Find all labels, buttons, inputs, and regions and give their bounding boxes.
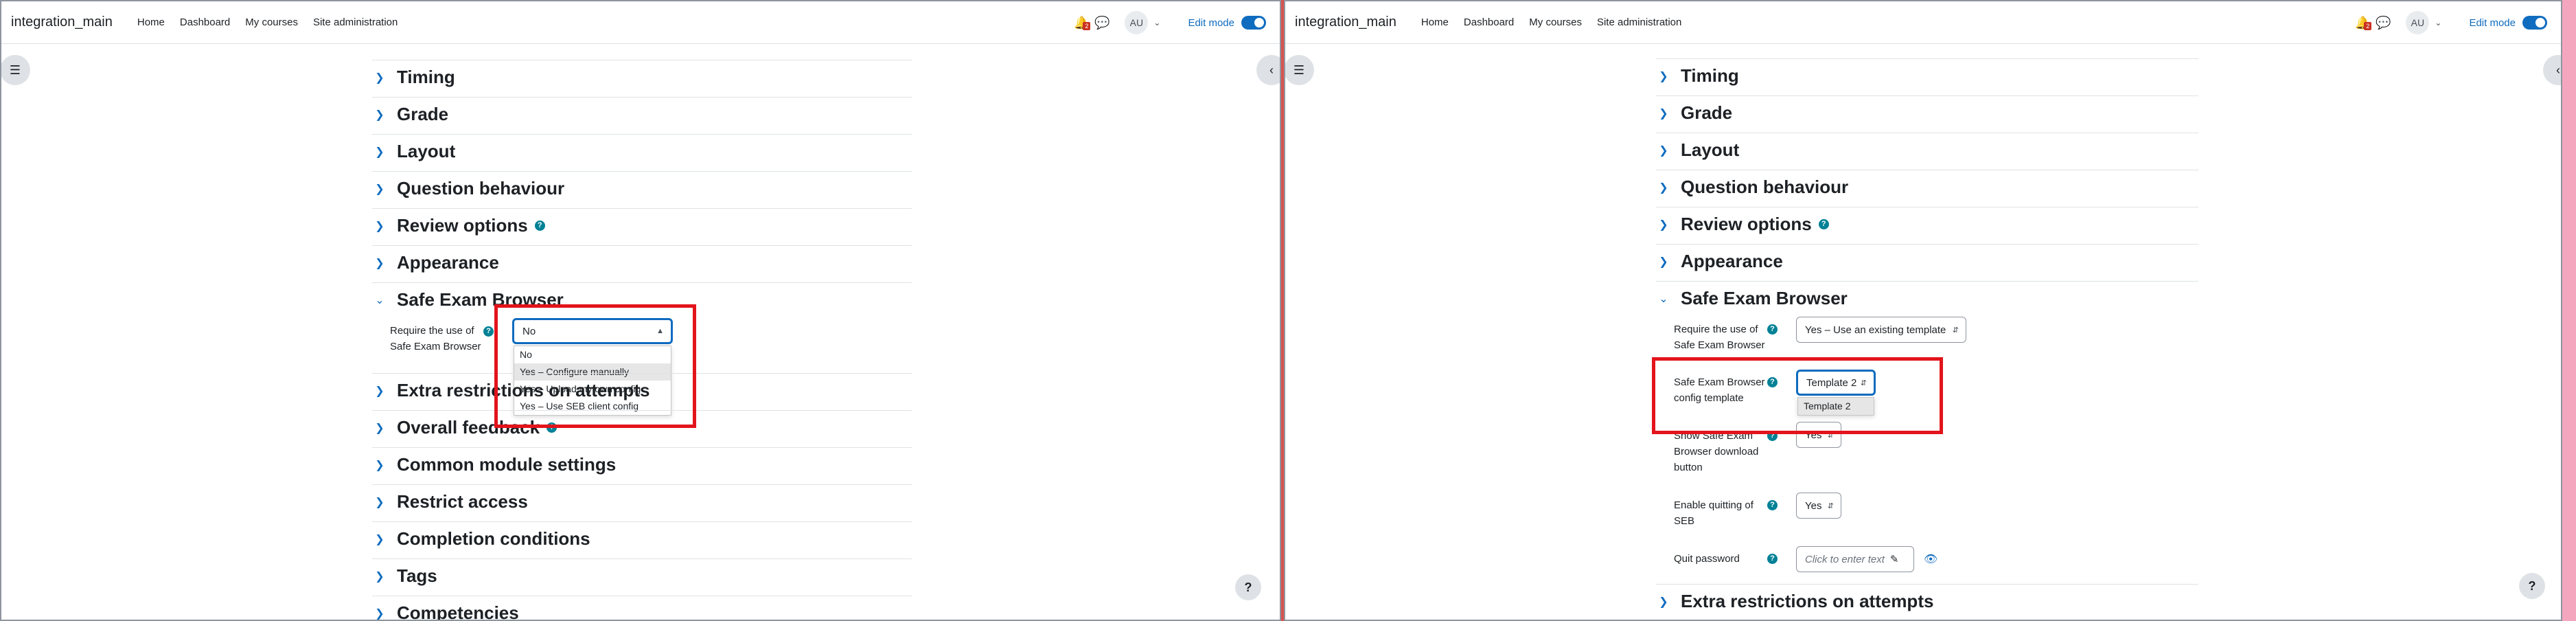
question-icon[interactable]: ? bbox=[534, 221, 545, 231]
question-icon[interactable]: ? bbox=[1818, 219, 1829, 229]
nav-my-courses[interactable]: My courses bbox=[1529, 16, 1582, 28]
section-question-behaviour[interactable]: ❯ Question behaviour bbox=[1656, 170, 2198, 204]
avatar[interactable]: AU bbox=[2406, 11, 2430, 34]
question-icon[interactable]: ? bbox=[1767, 554, 1778, 564]
chevron-down-icon: ⌄ bbox=[375, 294, 384, 306]
nav-my-courses[interactable]: My courses bbox=[245, 16, 298, 28]
question-icon[interactable]: ? bbox=[1767, 500, 1778, 510]
chevron-right-icon: ❯ bbox=[375, 570, 384, 583]
pencil-icon: ✎ bbox=[1889, 554, 1899, 565]
navbar-user-area: 🔔 2 💬 AU ⌄ Edit mode bbox=[2354, 1, 2547, 44]
top-navbar: integration_main Home Dashboard My cours… bbox=[1285, 1, 2561, 44]
chevron-left-icon[interactable]: ‹ bbox=[1256, 55, 1280, 85]
chevron-right-icon: ❯ bbox=[1659, 107, 1668, 120]
seb-require-label: Require the use of Safe Exam Browser bbox=[390, 325, 481, 352]
seb-require-select[interactable]: Yes – Use an existing template ⇵ bbox=[1796, 317, 1966, 343]
notification-badge: 2 bbox=[1083, 22, 1091, 30]
section-appearance[interactable]: ❯ Appearance bbox=[1656, 244, 2198, 278]
site-brand[interactable]: integration_main bbox=[1295, 14, 1396, 30]
chevron-right-icon: ❯ bbox=[375, 422, 384, 434]
right-screenshot-panel: integration_main Home Dashboard My cours… bbox=[1284, 0, 2562, 621]
edge-strip bbox=[2562, 0, 2576, 621]
navbar-user-area: 🔔 2 💬 AU ⌄ Edit mode bbox=[1072, 1, 1266, 44]
chevron-right-icon: ❯ bbox=[375, 71, 384, 84]
chat-icon[interactable]: 💬 bbox=[1093, 14, 1111, 32]
nav-home[interactable]: Home bbox=[1421, 16, 1449, 28]
section-extra-restrictions[interactable]: ❯ Extra restrictions on attempts bbox=[1656, 584, 2198, 618]
seb-quit-select[interactable]: Yes ⇵ bbox=[1796, 493, 1841, 519]
chat-icon[interactable]: 💬 bbox=[2374, 14, 2392, 32]
section-question-behaviour[interactable]: ❯ Question behaviour bbox=[372, 171, 912, 205]
question-icon[interactable]: ? bbox=[2519, 573, 2545, 599]
nav-site-administration[interactable]: Site administration bbox=[313, 16, 398, 28]
select-arrows-icon: ⇵ bbox=[1952, 326, 1959, 335]
section-completion-conditions[interactable]: ❯ Completion conditions bbox=[372, 521, 912, 556]
section-layout[interactable]: ❯ Layout bbox=[372, 134, 912, 168]
chevron-left-icon[interactable]: ‹ bbox=[2543, 55, 2561, 85]
section-restrict-access[interactable]: ❯ Restrict access bbox=[372, 484, 912, 519]
chevron-right-icon: ❯ bbox=[375, 459, 384, 471]
section-appearance[interactable]: ❯ Appearance bbox=[372, 245, 912, 280]
bell-icon[interactable]: 🔔 2 bbox=[1072, 14, 1091, 32]
select-arrows-icon: ⇵ bbox=[1827, 501, 1834, 510]
question-icon[interactable]: ? bbox=[1235, 574, 1261, 600]
chevron-right-icon: ❯ bbox=[375, 220, 384, 232]
chevron-right-icon: ❯ bbox=[1659, 70, 1668, 82]
chevron-right-icon: ❯ bbox=[375, 109, 384, 121]
edit-mode-label: Edit mode bbox=[2469, 16, 2516, 29]
seb-password-label: Quit password bbox=[1674, 553, 1740, 565]
section-layout[interactable]: ❯ Layout bbox=[1656, 133, 2198, 167]
highlight-box bbox=[1652, 357, 1943, 434]
section-timing[interactable]: ❯ Timing bbox=[1656, 58, 2198, 93]
notification-badge: 2 bbox=[2364, 22, 2372, 30]
section-timing[interactable]: ❯ Timing bbox=[372, 60, 912, 94]
chevron-right-icon: ❯ bbox=[1659, 144, 1668, 157]
nav-dashboard[interactable]: Dashboard bbox=[1464, 16, 1514, 28]
chevron-right-icon: ❯ bbox=[375, 533, 384, 545]
section-review-options[interactable]: ❯ Review options ? bbox=[372, 208, 912, 242]
chevron-right-icon: ❯ bbox=[1659, 218, 1668, 231]
left-screenshot-panel: integration_main Home Dashboard My cours… bbox=[0, 0, 1281, 621]
section-review-options[interactable]: ❯ Review options ? bbox=[1656, 207, 2198, 241]
chevron-right-icon: ❯ bbox=[375, 607, 384, 620]
section-common-module-settings[interactable]: ❯ Common module settings bbox=[372, 447, 912, 482]
question-icon[interactable]: ? bbox=[1767, 324, 1778, 335]
chevron-right-icon: ❯ bbox=[375, 257, 384, 269]
chevron-down-icon: ⌄ bbox=[1659, 293, 1668, 305]
chevron-right-icon: ❯ bbox=[375, 146, 384, 158]
question-icon[interactable]: ? bbox=[483, 326, 494, 337]
nav-home[interactable]: Home bbox=[137, 16, 165, 28]
chevron-down-icon[interactable]: ⌄ bbox=[1153, 18, 1160, 27]
list-icon[interactable]: ☰ bbox=[1, 55, 30, 85]
edit-mode-toggle[interactable] bbox=[2522, 16, 2547, 30]
quit-password-input[interactable]: Click to enter text ✎ bbox=[1796, 546, 1914, 572]
seb-require-label: Require the use of Safe Exam Browser bbox=[1674, 324, 1765, 351]
top-navbar: integration_main Home Dashboard My cours… bbox=[1, 1, 1280, 44]
site-brand[interactable]: integration_main bbox=[11, 14, 113, 30]
avatar[interactable]: AU bbox=[1125, 11, 1149, 34]
list-icon[interactable]: ☰ bbox=[1285, 55, 1314, 85]
bell-icon[interactable]: 🔔 2 bbox=[2354, 14, 2372, 32]
section-grade[interactable]: ❯ Grade bbox=[1656, 95, 2198, 130]
nav-site-administration[interactable]: Site administration bbox=[1597, 16, 1681, 28]
section-tags[interactable]: ❯ Tags bbox=[372, 558, 912, 593]
chevron-right-icon: ❯ bbox=[375, 496, 384, 508]
section-competencies[interactable]: ❯ Competencies bbox=[372, 596, 912, 620]
seb-quit-label: Enable quitting of SEB bbox=[1674, 499, 1753, 527]
chevron-right-icon: ❯ bbox=[1659, 181, 1668, 194]
chevron-right-icon: ❯ bbox=[1659, 256, 1668, 268]
chevron-right-icon: ❯ bbox=[1659, 596, 1668, 608]
edit-mode-toggle[interactable] bbox=[1241, 16, 1266, 30]
nav-dashboard[interactable]: Dashboard bbox=[180, 16, 230, 28]
chevron-right-icon: ❯ bbox=[375, 183, 384, 195]
section-safe-exam-browser[interactable]: ⌄ Safe Exam Browser bbox=[1656, 281, 2198, 315]
chevron-down-icon[interactable]: ⌄ bbox=[2435, 18, 2441, 27]
eye-icon[interactable]: 👁 bbox=[1924, 552, 1937, 566]
highlight-box bbox=[494, 304, 696, 428]
edit-mode-label: Edit mode bbox=[1188, 16, 1234, 29]
seb-download-label: Show Safe Exam Browser download button bbox=[1674, 430, 1759, 473]
section-grade[interactable]: ❯ Grade bbox=[372, 97, 912, 131]
chevron-right-icon: ❯ bbox=[375, 385, 384, 397]
